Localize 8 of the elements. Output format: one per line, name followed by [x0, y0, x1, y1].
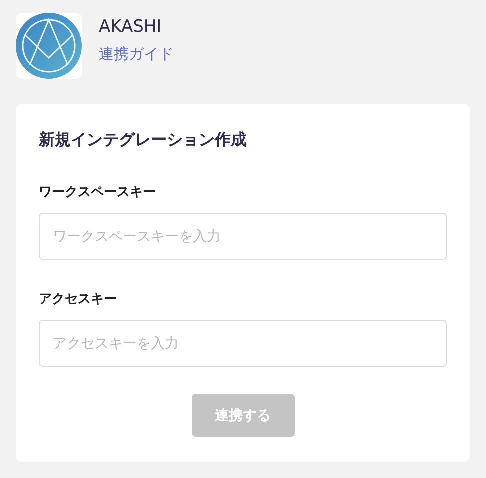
guide-link[interactable]: 連携ガイド: [99, 45, 174, 64]
form-title: 新規インテグレーション作成: [39, 130, 248, 151]
logo-icon: [16, 13, 82, 79]
field-label: ワークスペースキー: [39, 184, 157, 201]
input-field[interactable]: アクセスキーを入力: [39, 320, 447, 367]
field-label: アクセスキー: [39, 291, 118, 308]
app-name: AKASHI: [99, 17, 163, 37]
input-field[interactable]: ワークスペースキーを入力: [39, 213, 447, 260]
